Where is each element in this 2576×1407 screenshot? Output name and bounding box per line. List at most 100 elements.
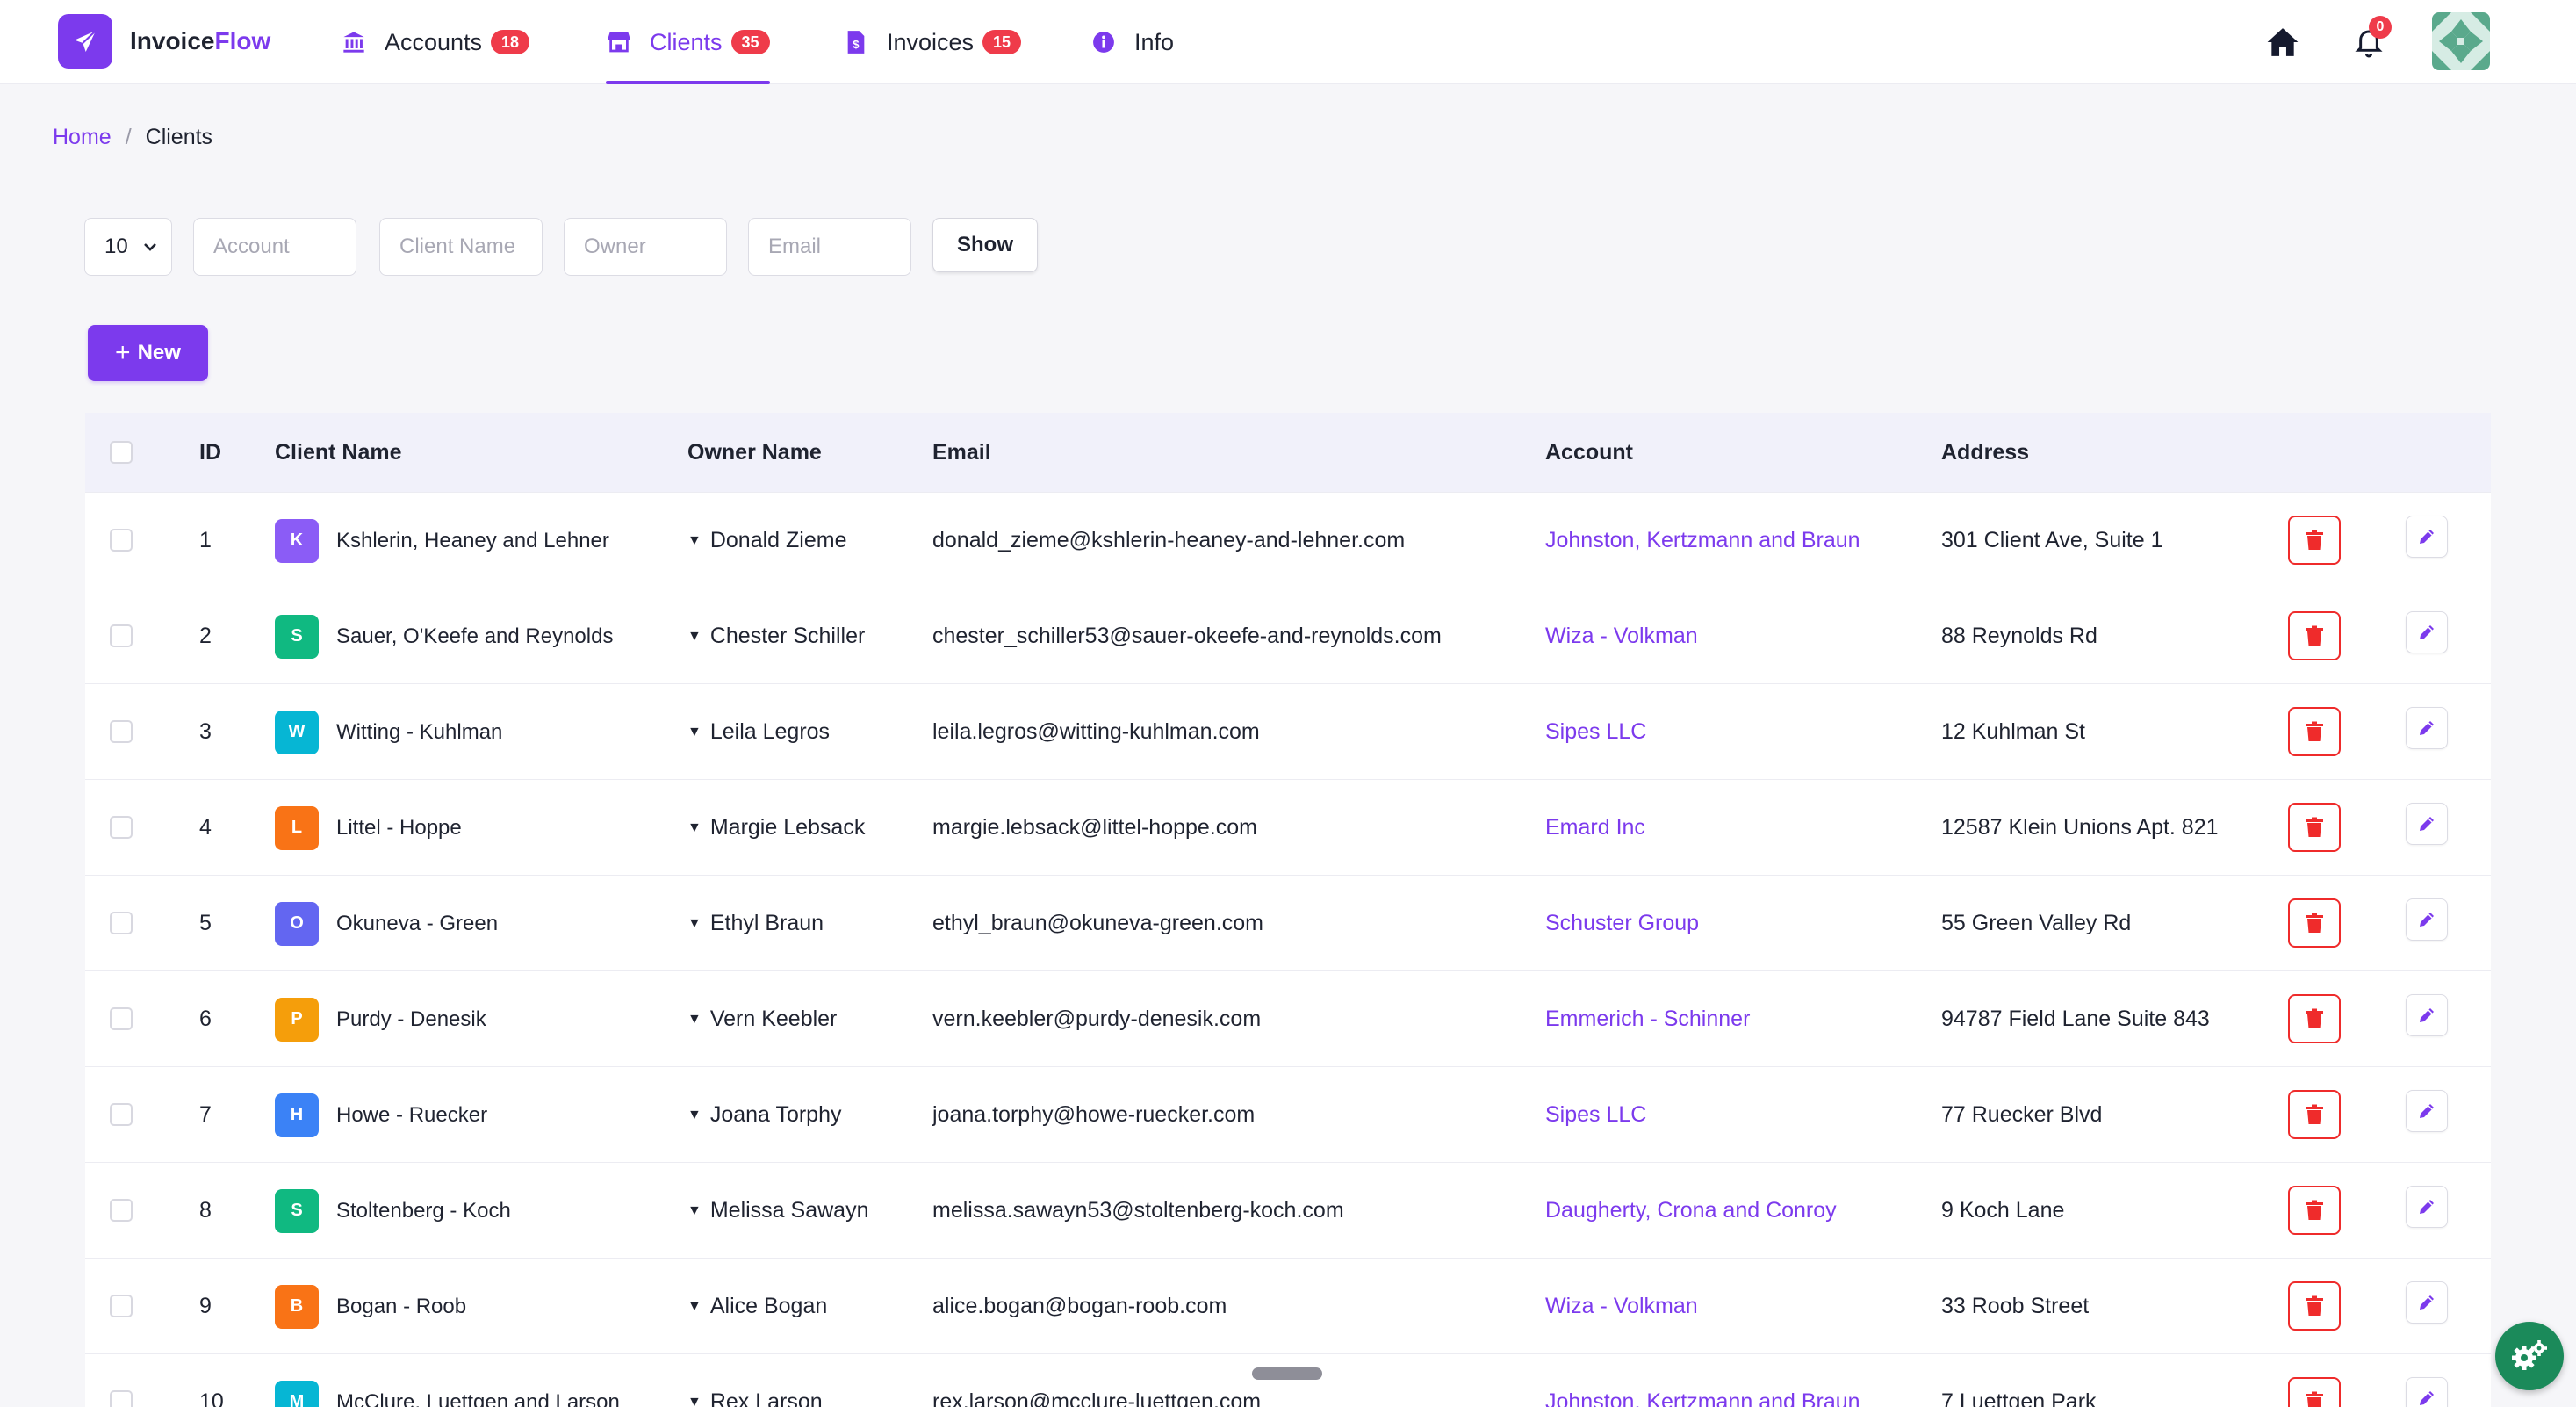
owner-cell[interactable]: ▼ Ethyl Braun: [687, 876, 824, 971]
row-checkbox[interactable]: [110, 816, 133, 839]
owner-filter-input[interactable]: [564, 218, 727, 276]
header-account[interactable]: Account: [1545, 413, 1633, 492]
owner-cell[interactable]: ▼ Donald Zieme: [687, 493, 846, 588]
owner-cell[interactable]: ▼ Margie Lebsack: [687, 780, 865, 876]
client-cell[interactable]: L Littel - Hoppe: [275, 780, 462, 876]
owner-cell[interactable]: ▼ Alice Bogan: [687, 1259, 827, 1354]
edit-button[interactable]: [2406, 1186, 2448, 1228]
edit-button[interactable]: [2406, 898, 2448, 941]
client-cell[interactable]: S Stoltenberg - Koch: [275, 1163, 511, 1259]
account-link[interactable]: Emard Inc: [1545, 780, 1645, 876]
owner-cell[interactable]: ▼ Rex Larson: [687, 1354, 823, 1407]
edit-button[interactable]: [2406, 611, 2448, 653]
table-row[interactable]: 9 B Bogan - Roob ▼ Alice Bogan alice.bogan@bo…: [85, 1258, 2491, 1353]
delete-button[interactable]: [2288, 898, 2341, 948]
row-checkbox[interactable]: [110, 1199, 133, 1222]
client-cell[interactable]: K Kshlerin, Heaney and Lehner: [275, 493, 609, 588]
caret-down-icon: ▼: [687, 1394, 702, 1407]
nav-invoices[interactable]: $ Invoices 15: [843, 0, 1022, 84]
client-cell[interactable]: P Purdy - Denesik: [275, 971, 486, 1067]
edit-button[interactable]: [2406, 803, 2448, 845]
show-button[interactable]: Show: [932, 218, 1038, 272]
delete-button[interactable]: [2288, 1377, 2341, 1407]
client-name-filter-input[interactable]: [379, 218, 543, 276]
edit-button[interactable]: [2406, 1281, 2448, 1324]
header-address[interactable]: Address: [1941, 413, 2029, 492]
row-checkbox[interactable]: [110, 720, 133, 743]
table-row[interactable]: 1 K Kshlerin, Heaney and Lehner ▼ Donald Zie…: [85, 492, 2491, 588]
account-filter-input[interactable]: [193, 218, 356, 276]
table-row[interactable]: 10 M McClure, Luettgen and Larson ▼ Rex Lars…: [85, 1353, 2491, 1407]
nav-clients-badge: 35: [730, 30, 770, 54]
account-link[interactable]: Sipes LLC: [1545, 1067, 1646, 1163]
select-all-checkbox[interactable]: [110, 441, 133, 464]
account-link[interactable]: Wiza - Volkman: [1545, 588, 1698, 684]
delete-button[interactable]: [2288, 1186, 2341, 1235]
delete-button[interactable]: [2288, 707, 2341, 756]
row-checkbox[interactable]: [110, 624, 133, 647]
owner-cell[interactable]: ▼ Vern Keebler: [687, 971, 837, 1067]
edit-button[interactable]: [2406, 516, 2448, 558]
page-size-select[interactable]: 10: [84, 218, 172, 276]
table-row[interactable]: 3 W Witting - Kuhlman ▼ Leila Legros leila.le…: [85, 683, 2491, 779]
brand[interactable]: InvoiceFlow: [58, 14, 270, 69]
client-cell[interactable]: M McClure, Luettgen and Larson: [275, 1354, 620, 1407]
owner-name: Chester Schiller: [709, 624, 866, 648]
owner-cell[interactable]: ▼ Melissa Sawayn: [687, 1163, 868, 1259]
delete-button[interactable]: [2288, 611, 2341, 660]
nav-accounts[interactable]: Accounts 18: [341, 0, 530, 84]
table-row[interactable]: 6 P Purdy - Denesik ▼ Vern Keebler vern.keebl…: [85, 970, 2491, 1066]
table-row[interactable]: 4 L Littel - Hoppe ▼ Margie Lebsack margie.le…: [85, 779, 2491, 875]
header-owner-name[interactable]: Owner Name: [687, 413, 822, 492]
row-checkbox[interactable]: [110, 1007, 133, 1030]
edit-button[interactable]: [2406, 1090, 2448, 1132]
client-cell[interactable]: O Okuneva - Green: [275, 876, 498, 971]
account-link[interactable]: Emmerich - Schinner: [1545, 971, 1750, 1067]
table-row[interactable]: 2 S Sauer, O'Keefe and Reynolds ▼ Chester Sc…: [85, 588, 2491, 683]
table-row[interactable]: 5 O Okuneva - Green ▼ Ethyl Braun ethyl_braun…: [85, 875, 2491, 970]
email-filter-input[interactable]: [748, 218, 911, 276]
scroll-handle[interactable]: [1252, 1367, 1322, 1380]
row-checkbox[interactable]: [110, 1295, 133, 1317]
header-email[interactable]: Email: [932, 413, 991, 492]
client-cell[interactable]: S Sauer, O'Keefe and Reynolds: [275, 588, 613, 684]
table-row[interactable]: 7 H Howe - Ruecker ▼ Joana Torphy joana.torph…: [85, 1066, 2491, 1162]
owner-cell[interactable]: ▼ Joana Torphy: [687, 1067, 842, 1163]
row-checkbox[interactable]: [110, 529, 133, 552]
delete-button[interactable]: [2288, 803, 2341, 852]
home-icon[interactable]: [2260, 19, 2306, 65]
owner-cell[interactable]: ▼ Leila Legros: [687, 684, 830, 780]
edit-button[interactable]: [2406, 1377, 2448, 1407]
delete-button[interactable]: [2288, 994, 2341, 1043]
account-link[interactable]: Schuster Group: [1545, 876, 1699, 971]
account-link[interactable]: Johnston, Kertzmann and Braun: [1545, 493, 1860, 588]
delete-button[interactable]: [2288, 516, 2341, 565]
account-link[interactable]: Sipes LLC: [1545, 684, 1646, 780]
account-link[interactable]: Daugherty, Crona and Conroy: [1545, 1163, 1837, 1259]
breadcrumb-home[interactable]: Home: [53, 125, 112, 150]
client-avatar: P: [275, 997, 319, 1042]
row-checkbox[interactable]: [110, 1390, 133, 1407]
settings-fab[interactable]: [2495, 1322, 2564, 1390]
nav-info[interactable]: Info: [1090, 0, 1174, 84]
trash-icon: [2306, 1295, 2323, 1316]
client-cell[interactable]: W Witting - Kuhlman: [275, 684, 502, 780]
account-link[interactable]: Johnston, Kertzmann and Braun: [1545, 1354, 1860, 1407]
edit-button[interactable]: [2406, 994, 2448, 1036]
edit-button[interactable]: [2406, 707, 2448, 749]
user-avatar[interactable]: [2432, 12, 2490, 70]
row-checkbox[interactable]: [110, 1103, 133, 1126]
client-cell[interactable]: B Bogan - Roob: [275, 1259, 466, 1354]
delete-button[interactable]: [2288, 1090, 2341, 1139]
nav-clients[interactable]: Clients 35: [606, 0, 770, 84]
header-id[interactable]: ID: [199, 413, 221, 492]
account-link[interactable]: Wiza - Volkman: [1545, 1259, 1698, 1354]
delete-button[interactable]: [2288, 1281, 2341, 1331]
owner-cell[interactable]: ▼ Chester Schiller: [687, 588, 865, 684]
header-client-name[interactable]: Client Name: [275, 413, 401, 492]
row-checkbox[interactable]: [110, 912, 133, 934]
client-cell[interactable]: H Howe - Ruecker: [275, 1067, 487, 1163]
new-client-button[interactable]: + New: [88, 325, 208, 381]
notifications-button[interactable]: 0: [2346, 16, 2392, 65]
table-row[interactable]: 8 S Stoltenberg - Koch ▼ Melissa Sawayn melis…: [85, 1162, 2491, 1258]
